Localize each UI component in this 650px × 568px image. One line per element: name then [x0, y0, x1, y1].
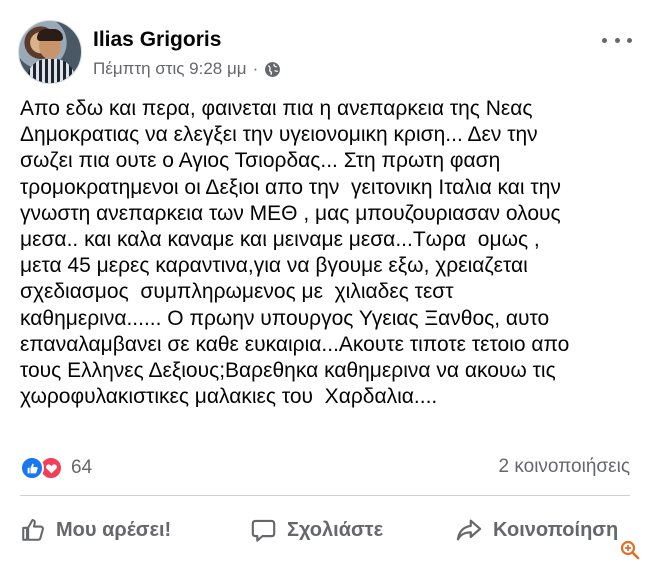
- more-dot: [614, 37, 620, 43]
- shares-count[interactable]: 2 κοινοποιήσεις: [499, 456, 630, 478]
- share-arrow-icon: [456, 519, 482, 541]
- avatar-hair: [37, 29, 63, 41]
- post-text: Απο εδω και περα, φαινεται πια η ανεπαρκ…: [20, 97, 570, 409]
- post-actions-bar: Μου αρέσει! Σχολιάστε Κοινοποίηση: [0, 505, 650, 555]
- divider: [20, 495, 630, 496]
- post-timestamp[interactable]: Πέμπτη στις 9:28 μμ: [93, 59, 247, 79]
- reactions-summary[interactable]: 64: [20, 455, 92, 481]
- reaction-count: 64: [71, 457, 93, 478]
- like-reaction-icon: [20, 456, 44, 480]
- more-options-icon[interactable]: [602, 32, 632, 48]
- thumbs-up-icon: [22, 519, 44, 541]
- more-dot: [627, 37, 632, 43]
- comment-icon: [251, 519, 276, 542]
- post-meta: Πέμπτη στις 9:28 μμ ·: [93, 59, 281, 79]
- more-dot: [602, 37, 607, 43]
- author-avatar[interactable]: [18, 20, 82, 84]
- post-header: Ilias Grigoris Πέμπτη στις 9:28 μμ ·: [18, 18, 632, 88]
- comment-label: Σχολιάστε: [287, 518, 384, 541]
- comment-button[interactable]: Σχολιάστε: [250, 505, 383, 555]
- like-button[interactable]: Μου αρέσει!: [20, 505, 171, 555]
- share-label: Κοινοποίηση: [493, 518, 619, 541]
- avatar-shirt: [27, 59, 75, 83]
- author-name[interactable]: Ilias Grigoris: [93, 28, 221, 52]
- share-button[interactable]: Κοινοποίηση: [455, 505, 618, 555]
- facebook-post: Ilias Grigoris Πέμπτη στις 9:28 μμ · Απο…: [0, 0, 650, 568]
- like-label: Μου αρέσει!: [56, 518, 172, 541]
- zoom-icon[interactable]: [620, 540, 640, 560]
- meta-separator: ·: [252, 59, 259, 78]
- globe-icon[interactable]: [264, 61, 281, 78]
